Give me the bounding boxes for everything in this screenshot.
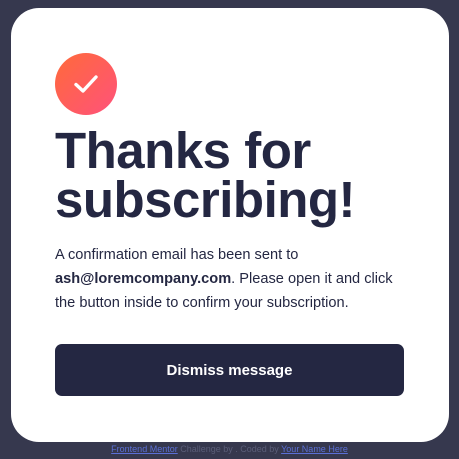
author-link[interactable]: Your Name Here <box>281 444 348 454</box>
attribution-footer: Frontend Mentor Challenge by . Coded by … <box>0 443 459 455</box>
frontend-mentor-link[interactable]: Frontend Mentor <box>111 444 178 454</box>
attribution-middle-text: Challenge by . Coded by <box>177 444 282 454</box>
page-title: Thanks for subscribing! <box>55 122 405 228</box>
subscriber-email: ash@loremcompany.com <box>55 271 232 287</box>
title-line-1: Thanks for <box>55 122 311 179</box>
message-prefix: A confirmation email has been sent to <box>55 247 299 263</box>
dismiss-message-button[interactable]: Dismiss message <box>55 344 404 396</box>
title-line-2: subscribing! <box>55 171 356 228</box>
checkmark-icon <box>55 53 117 115</box>
checkmark-glyph <box>74 75 98 93</box>
confirmation-message: A confirmation email has been sent to as… <box>55 243 405 315</box>
success-card: Thanks for subscribing! A confirmation e… <box>11 8 449 442</box>
